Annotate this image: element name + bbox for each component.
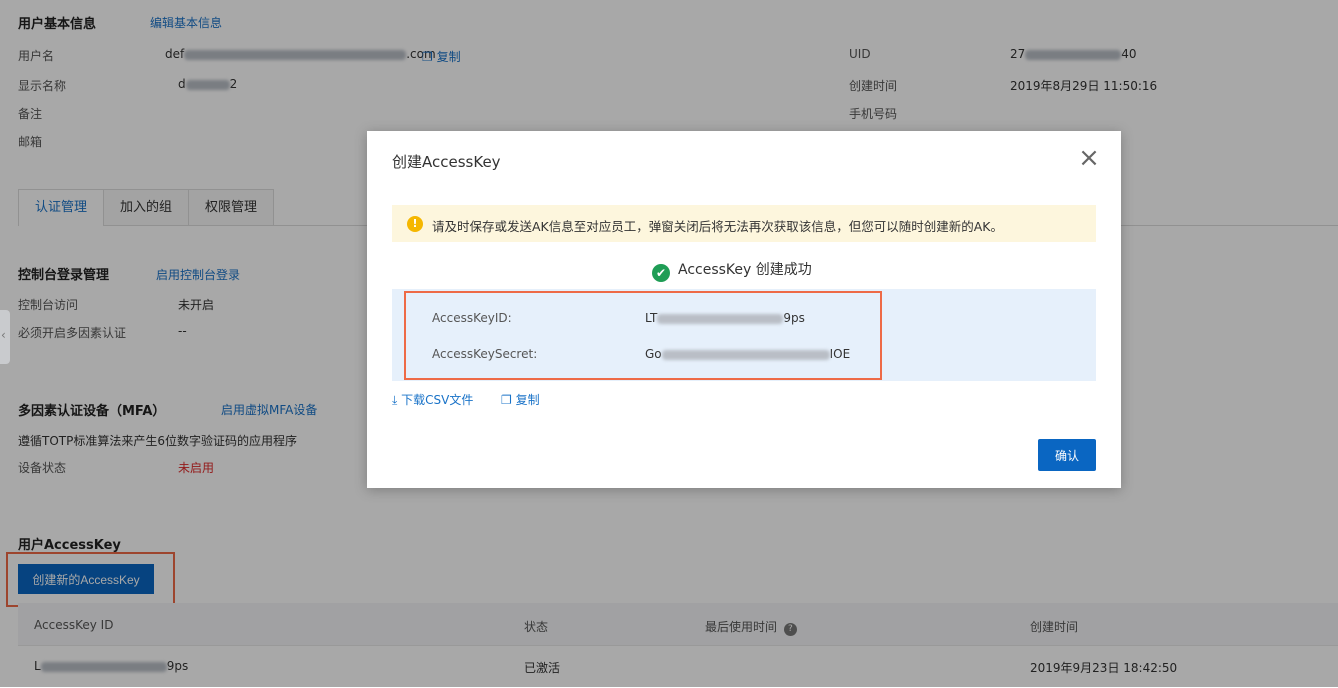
download-icon: ⤓ <box>392 393 398 407</box>
copy-keys-button[interactable]: ❐ 复制 <box>501 391 540 408</box>
close-icon[interactable]: × <box>1077 145 1101 171</box>
dialog-title: 创建AccessKey <box>392 153 501 171</box>
warning-text: 请及时保存或发送AK信息至对应员工，弹窗关闭后将无法再次获取该信息，但您可以随时… <box>432 219 1003 234</box>
success-text: AccessKey 创建成功 <box>678 262 812 278</box>
highlight-access-key-box <box>404 291 882 380</box>
confirm-button[interactable]: 确认 <box>1038 439 1096 471</box>
success-message: ✔ AccessKey 创建成功 <box>652 259 812 282</box>
warning-banner: ! 请及时保存或发送AK信息至对应员工，弹窗关闭后将无法再次获取该信息，但您可以… <box>392 205 1096 242</box>
check-circle-icon: ✔ <box>652 264 670 282</box>
chevron-left-icon: ‹ <box>1 328 6 342</box>
copy-keys-label: 复制 <box>515 393 540 407</box>
warning-icon: ! <box>407 216 423 232</box>
download-csv-button[interactable]: ⤓ 下载CSV文件 <box>392 391 473 408</box>
create-access-key-dialog: 创建AccessKey × ! 请及时保存或发送AK信息至对应员工，弹窗关闭后将… <box>367 131 1121 488</box>
sidebar-collapse-handle[interactable]: ‹ <box>0 310 10 364</box>
copy-icon: ❐ <box>501 393 512 407</box>
download-csv-label: 下载CSV文件 <box>401 393 474 407</box>
